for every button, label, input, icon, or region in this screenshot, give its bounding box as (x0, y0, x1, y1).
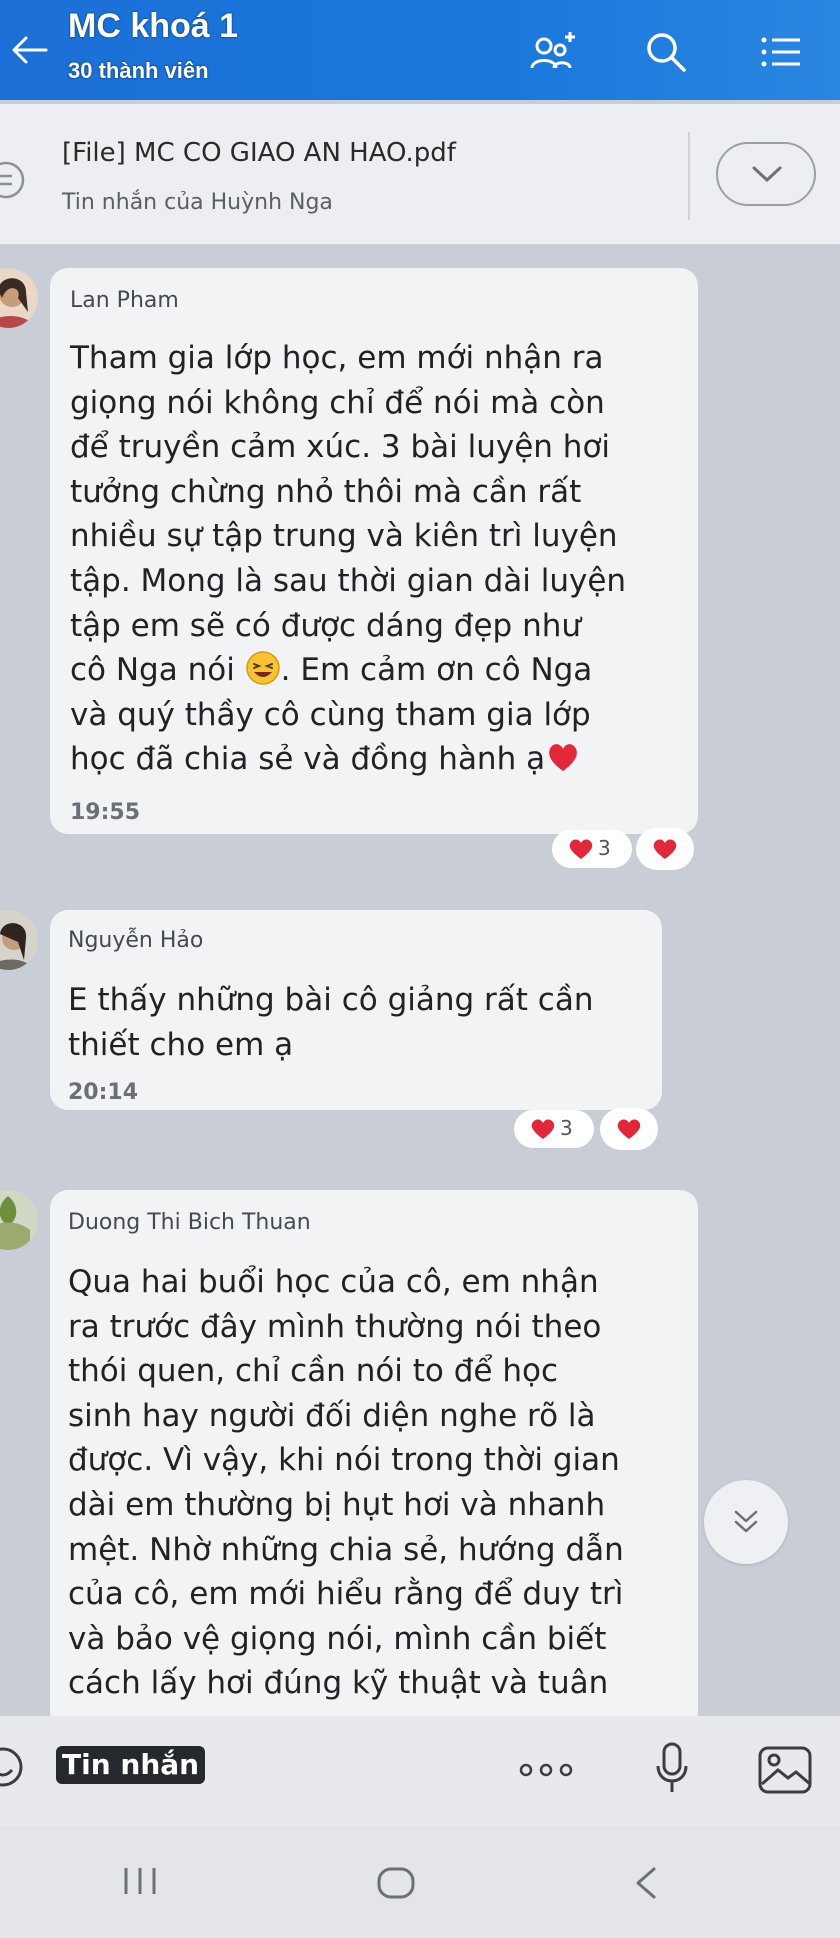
message-time: 20:14 (68, 1080, 139, 1105)
heart-icon (531, 1119, 555, 1139)
message-line: ra trước đây mình thường nói theo (68, 1308, 602, 1345)
scroll-to-bottom-button[interactable] (704, 1480, 788, 1564)
group-title-area[interactable]: MC khoá 1 30 thành viên (68, 6, 238, 86)
sender-name: Lan Pham (70, 288, 179, 313)
message-line: E thấy những bài cô giảng rất cần (68, 982, 594, 1018)
recent-apps-icon[interactable] (120, 1866, 160, 1900)
message-line: và bảo vệ giọng nói, mình cần biết (68, 1620, 607, 1657)
message-line: nhiều sự tập trung và kiên trì luyện (70, 518, 618, 555)
double-chevron-down-icon (734, 1510, 758, 1533)
group-title: MC khoá 1 (68, 7, 239, 45)
message-line: để truyền cảm xúc. 3 bài luyện hơi (70, 429, 611, 466)
message-line: của cô, em mới hiểu rằng để duy trì (68, 1576, 624, 1613)
search-icon[interactable] (640, 28, 692, 76)
message-line: cách lấy hơi đúng kỹ thuật và tuân (68, 1665, 609, 1702)
home-icon[interactable] (376, 1866, 416, 1904)
message-line: và quý thầy cô cùng tham gia lớp (70, 696, 591, 733)
message-line: Qua hai buổi học của cô, em nhận (68, 1264, 599, 1300)
reaction-count[interactable]: 3 (514, 1110, 594, 1148)
message-line: Tham gia lớp học, em mới nhận ra (70, 340, 604, 376)
pinned-file-name: [File] MC CO GIAO AN HAO.pdf (62, 138, 456, 168)
pinned-sender-line: Tin nhắn của Huỳnh Nga (62, 190, 333, 215)
react-heart-button[interactable] (636, 828, 694, 870)
message-line: thiết cho em ạ (68, 1026, 294, 1063)
pinned-divider (688, 132, 690, 220)
message-time: 19:55 (70, 800, 141, 825)
pinned-message-bar[interactable]: [File] MC CO GIAO AN HAO.pdf Tin nhắn củ… (0, 104, 840, 245)
system-back-icon[interactable] (630, 1866, 660, 1904)
system-navigation-bar (0, 1826, 840, 1938)
avatar[interactable] (0, 1190, 38, 1250)
message-line: mệt. Nhờ những chia sẻ, hướng dẫn (68, 1531, 624, 1568)
reaction-number: 3 (560, 1116, 573, 1140)
message-text: E thấy những bài cô giảng rất cần thiết … (68, 978, 593, 1067)
message-input[interactable]: Tin nhắn (56, 1746, 206, 1784)
more-options-icon[interactable] (516, 1760, 576, 1780)
message-line: học đã chia sẻ và đồng hành ạ (70, 737, 626, 782)
expand-pinned-button[interactable] (716, 142, 816, 206)
red-heart-emoji-icon (545, 739, 581, 775)
message-line: cô Nga nói . Em cảm ơn cô Nga (70, 650, 593, 689)
add-member-icon[interactable] (528, 28, 580, 76)
message-line: sinh hay người đối diện nghe rõ là (68, 1397, 596, 1434)
image-gallery-icon[interactable] (756, 1744, 814, 1796)
message-line: tưởng chừng nhỏ thôi mà cần rất (70, 473, 582, 510)
reaction-count[interactable]: 3 (552, 830, 632, 868)
message-text: Tham gia lớp học, em mới nhận ra giọng n… (70, 336, 626, 782)
sender-name: Duong Thi Bich Thuan (68, 1210, 311, 1235)
message-line: tập em sẽ có được dáng đẹp như (70, 607, 582, 644)
sender-name: Nguyễn Hảo (68, 928, 204, 953)
menu-list-icon[interactable] (756, 28, 808, 76)
heart-icon (653, 839, 677, 859)
laughing-emoji-icon (245, 650, 281, 686)
reaction-number: 3 (598, 836, 611, 860)
microphone-icon[interactable] (652, 1740, 692, 1796)
message-text: Qua hai buổi học của cô, em nhận ra trướ… (68, 1260, 624, 1706)
react-heart-button[interactable] (600, 1108, 658, 1150)
heart-icon (617, 1119, 641, 1139)
avatar[interactable] (0, 268, 38, 328)
chat-header: MC khoá 1 30 thành viên (0, 0, 840, 100)
message-line: tập. Mong là sau thời gian dài luyện (70, 562, 627, 599)
avatar[interactable] (0, 910, 38, 970)
back-arrow-icon[interactable] (6, 30, 52, 70)
heart-icon (569, 839, 593, 859)
emoji-icon[interactable] (0, 1746, 24, 1788)
message-line: thói quen, chỉ cần nói to để học (68, 1353, 559, 1390)
pinned-message-icon (0, 160, 26, 200)
member-count: 30 thành viên (68, 58, 209, 83)
message-line: dài em thường bị hụt hơi và nhanh (68, 1486, 606, 1523)
message-line: được. Vì vậy, khi nói trong thời gian (68, 1442, 620, 1479)
message-input-bar: Tin nhắn (0, 1716, 840, 1826)
message-line: giọng nói không chỉ để nói mà còn (70, 384, 605, 421)
chevron-down-icon (752, 166, 782, 182)
